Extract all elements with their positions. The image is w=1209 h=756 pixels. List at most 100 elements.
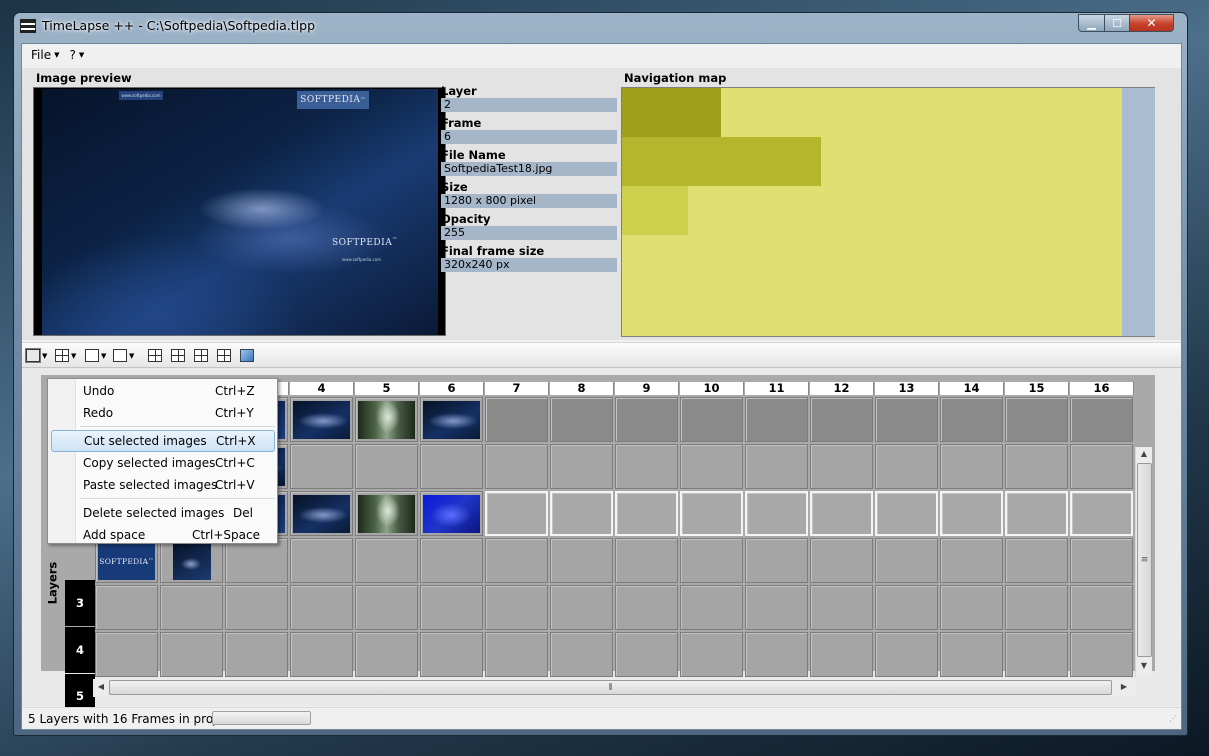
- timeline-cell[interactable]: [615, 538, 678, 583]
- timeline-cell[interactable]: [225, 632, 288, 677]
- timeline-cell[interactable]: [290, 585, 353, 630]
- select-tool-button[interactable]: ▼: [25, 347, 50, 364]
- timeline-cell[interactable]: [1070, 585, 1133, 630]
- frame-button[interactable]: ▼: [85, 347, 109, 364]
- add-frame-button[interactable]: [171, 347, 195, 364]
- timeline-cell[interactable]: [680, 444, 743, 489]
- scroll-up-icon[interactable]: ▲: [1136, 449, 1152, 458]
- insert-frame-button[interactable]: [148, 347, 172, 364]
- timeline-cell[interactable]: [290, 444, 353, 489]
- timeline-cell[interactable]: [485, 491, 548, 536]
- timeline-cell[interactable]: [420, 397, 483, 442]
- timeline-cell[interactable]: [290, 538, 353, 583]
- menu-item-cut[interactable]: Cut selected images Ctrl+X: [51, 430, 275, 452]
- menu-item-redo[interactable]: Redo Ctrl+Y: [51, 403, 275, 423]
- menu-item-copy[interactable]: Copy selected images Ctrl+C: [51, 453, 275, 473]
- scroll-left-icon[interactable]: ◀: [93, 682, 109, 691]
- timeline-cell[interactable]: [940, 632, 1003, 677]
- timeline-cell[interactable]: [680, 397, 743, 442]
- timeline-cell[interactable]: [290, 491, 353, 536]
- menu-item-undo[interactable]: Undo Ctrl+Z: [51, 381, 275, 401]
- timeline-cell[interactable]: [615, 397, 678, 442]
- timeline-cell[interactable]: [875, 632, 938, 677]
- menu-file[interactable]: File ▼: [26, 48, 64, 62]
- merge-frames-button[interactable]: [194, 347, 218, 364]
- timeline-cell[interactable]: [1070, 444, 1133, 489]
- timeline-cell[interactable]: [420, 585, 483, 630]
- timeline-cell[interactable]: [680, 538, 743, 583]
- timeline-cell[interactable]: [745, 491, 808, 536]
- timeline-cell[interactable]: [550, 444, 613, 489]
- timeline-cell[interactable]: [680, 491, 743, 536]
- timeline-cell[interactable]: [615, 444, 678, 489]
- timeline-cell[interactable]: [550, 397, 613, 442]
- menu-item-add-space[interactable]: Add space Ctrl+Space: [51, 525, 275, 545]
- timeline-cell[interactable]: [680, 585, 743, 630]
- timeline-cell[interactable]: [810, 397, 873, 442]
- timeline-cell[interactable]: [680, 632, 743, 677]
- scroll-right-icon[interactable]: ▶: [1116, 682, 1132, 691]
- menu-item-paste[interactable]: Paste selected images Ctrl+V: [51, 475, 275, 495]
- timeline-cell[interactable]: [420, 538, 483, 583]
- scroll-down-icon[interactable]: ▼: [1136, 661, 1152, 670]
- timeline-cell[interactable]: [485, 585, 548, 630]
- timeline-cell[interactable]: [1070, 397, 1133, 442]
- timeline-cell[interactable]: [485, 397, 548, 442]
- vertical-scrollbar[interactable]: ▲ ≡ ▼: [1135, 447, 1152, 677]
- horizontal-scroll-thumb[interactable]: ⦀: [109, 680, 1112, 695]
- timeline-cell[interactable]: [550, 538, 613, 583]
- timeline-cell[interactable]: [1005, 538, 1068, 583]
- menu-item-delete[interactable]: Delete selected images Del: [51, 503, 275, 523]
- timeline-cell[interactable]: [810, 444, 873, 489]
- timeline-cell[interactable]: [940, 538, 1003, 583]
- menu-help[interactable]: ? ▼: [64, 48, 89, 62]
- minimize-button[interactable]: ▁: [1078, 14, 1105, 32]
- timeline-cell[interactable]: [615, 491, 678, 536]
- maximize-button[interactable]: ☐: [1104, 14, 1130, 32]
- timeline-cell[interactable]: [1070, 491, 1133, 536]
- timeline-cell[interactable]: [810, 632, 873, 677]
- timeline-cell[interactable]: [940, 444, 1003, 489]
- title-bar[interactable]: TimeLapse ++ - C:\Softpedia\Softpedia.tl…: [14, 13, 1187, 43]
- timeline-cell[interactable]: [745, 632, 808, 677]
- timeline-cell[interactable]: [95, 585, 158, 630]
- timeline-cell[interactable]: [1070, 632, 1133, 677]
- timeline-cell[interactable]: [1070, 538, 1133, 583]
- timeline-cell[interactable]: [810, 491, 873, 536]
- timeline-cell[interactable]: [875, 444, 938, 489]
- timeline-cell[interactable]: [810, 585, 873, 630]
- timeline-cell[interactable]: [1005, 444, 1068, 489]
- timeline-cell[interactable]: [290, 632, 353, 677]
- timeline-cell[interactable]: [485, 632, 548, 677]
- timeline-cell[interactable]: [615, 632, 678, 677]
- timeline-cell[interactable]: [290, 397, 353, 442]
- timeline-cell[interactable]: [875, 538, 938, 583]
- timeline-cell[interactable]: [745, 397, 808, 442]
- navigation-map[interactable]: [621, 87, 1155, 337]
- timeline-cell[interactable]: [355, 585, 418, 630]
- timeline-cell[interactable]: [940, 397, 1003, 442]
- timeline-cell[interactable]: [355, 444, 418, 489]
- timeline-cell[interactable]: [1005, 397, 1068, 442]
- timeline-cell[interactable]: [160, 585, 223, 630]
- timeline-cell[interactable]: [420, 491, 483, 536]
- timeline-cell[interactable]: [745, 444, 808, 489]
- timeline-cell[interactable]: [745, 538, 808, 583]
- timeline-cell[interactable]: [1005, 632, 1068, 677]
- timeline-cell[interactable]: [875, 491, 938, 536]
- timeline-cell[interactable]: [550, 632, 613, 677]
- timeline-cell[interactable]: [940, 585, 1003, 630]
- vertical-scroll-thumb[interactable]: ≡: [1137, 463, 1152, 657]
- timeline-cell[interactable]: [745, 585, 808, 630]
- timeline-cell[interactable]: [1005, 585, 1068, 630]
- timeline-cell[interactable]: [355, 491, 418, 536]
- timeline-cell[interactable]: [485, 538, 548, 583]
- timeline-cell[interactable]: [875, 585, 938, 630]
- timeline-cell[interactable]: [550, 585, 613, 630]
- timeline-cell[interactable]: [550, 491, 613, 536]
- timeline-cell[interactable]: [875, 397, 938, 442]
- timeline-cell[interactable]: [355, 538, 418, 583]
- close-button[interactable]: ✕: [1129, 14, 1174, 32]
- timeline-cell[interactable]: [615, 585, 678, 630]
- timeline-cell[interactable]: [355, 397, 418, 442]
